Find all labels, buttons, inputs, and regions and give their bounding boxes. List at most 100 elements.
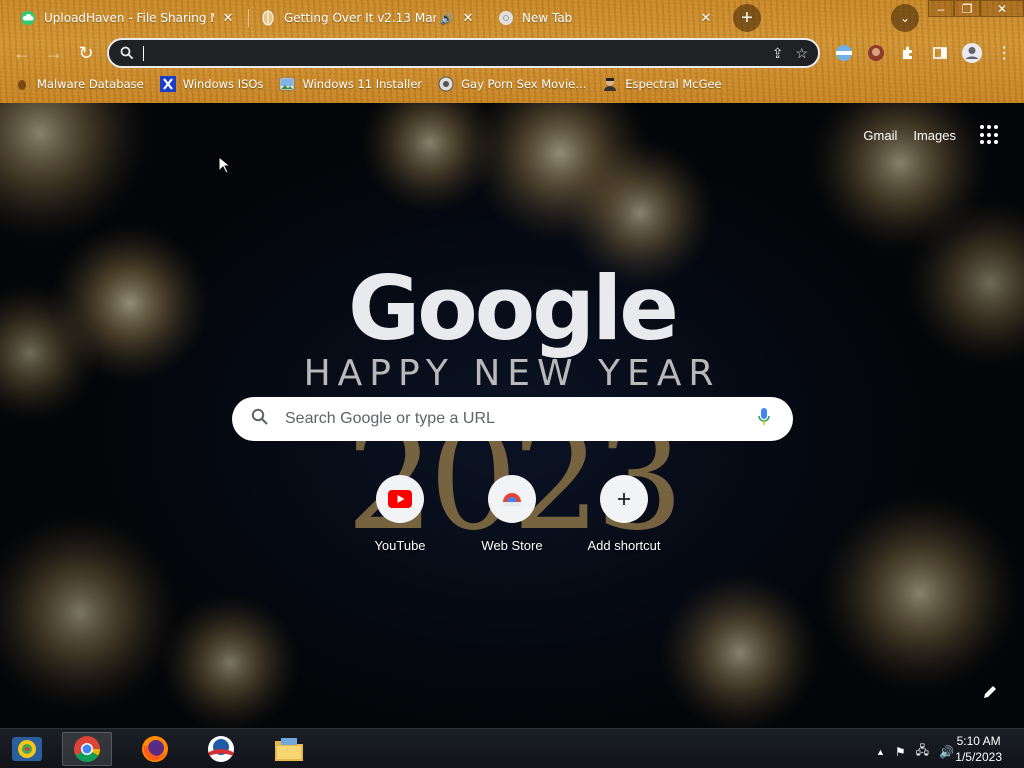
plus-icon — [618, 493, 630, 505]
new-tab-page: Gmail Images 2023 Google HAPPY NEW YEAR … — [0, 103, 1024, 728]
bookmark-label: Espectral McGee — [625, 77, 722, 91]
shortcuts: YouTube Web Store Add shortcut — [344, 475, 680, 553]
bookmark-label: Windows ISOs — [182, 77, 264, 91]
bookmark-gay-porn-sex-movie[interactable]: Gay Porn Sex Movie... — [430, 76, 594, 92]
cloud-upload-icon — [20, 10, 36, 26]
tab-getting-over-it[interactable]: Getting Over It v2.13 Mario 🔊 ✕ — [240, 3, 486, 33]
close-icon[interactable]: ✕ — [698, 10, 714, 26]
tab-strip: UploadHaven - File Sharing Made ✕ Gettin… — [0, 0, 1024, 34]
extensions-area: ⋮ — [832, 41, 1016, 65]
taskbar-firefox[interactable] — [130, 732, 180, 766]
close-window-button[interactable]: ✕ — [980, 0, 1024, 17]
gmail-link[interactable]: Gmail — [863, 128, 897, 143]
flag-extension-icon[interactable] — [832, 41, 856, 65]
flag-icon[interactable]: ⚑ — [895, 745, 906, 759]
close-icon[interactable]: ✕ — [220, 10, 236, 26]
clock[interactable]: 5:10 AM 1/5/2023 — [955, 733, 1002, 765]
tab-title: New Tab — [522, 11, 573, 25]
search-box[interactable] — [232, 397, 793, 441]
browser-chrome: UploadHaven - File Sharing Made ✕ Gettin… — [0, 0, 1024, 103]
obama-icon — [208, 736, 234, 762]
customize-pencil-icon[interactable] — [982, 684, 1002, 704]
arrow-right-icon: → — [45, 42, 63, 63]
arrow-left-icon: ← — [13, 42, 31, 63]
youtube-icon — [388, 490, 412, 508]
system-tray: ▲ ⚑ 🖧 🔊 — [876, 741, 954, 762]
network-icon[interactable]: 🖧 — [916, 741, 929, 762]
window-controls: – ❐ ✕ — [928, 0, 1024, 18]
shortcut-label: Add shortcut — [587, 538, 661, 553]
shortcut-label: YouTube — [374, 538, 426, 553]
close-icon[interactable]: ✕ — [460, 10, 476, 26]
puzzle-icon[interactable] — [896, 41, 920, 65]
x-logo-icon — [159, 76, 176, 92]
search-icon — [120, 46, 134, 65]
taskbar-obama-app[interactable] — [196, 732, 246, 766]
shortcut-web-store[interactable]: Web Store — [456, 475, 568, 553]
start-button[interactable] — [2, 732, 52, 766]
taskbar: ▲ ⚑ 🖧 🔊 5:10 AM 1/5/2023 — [0, 728, 1024, 768]
photos-icon — [12, 737, 42, 761]
doodle-happy-new-year: HAPPY NEW YEAR — [303, 353, 721, 394]
toolbar: ← → ↻ ⇪ ☆ ⋮ — [0, 36, 1024, 70]
bookmark-icon — [438, 76, 454, 92]
share-icon[interactable]: ⇪ — [772, 45, 784, 62]
clock-date: 1/5/2023 — [955, 750, 1002, 764]
top-links: Gmail Images — [863, 125, 1024, 145]
plus-icon: + — [741, 6, 753, 29]
bookmark-espectral-mcgee[interactable]: Espectral McGee — [594, 76, 729, 92]
back-button[interactable]: ← — [10, 41, 34, 65]
bookmark-malware-database[interactable]: Malware Database — [0, 76, 152, 92]
bookmark-label: Gay Porn Sex Movie... — [461, 77, 587, 91]
star-icon[interactable]: ☆ — [795, 45, 808, 62]
menu-dots-icon[interactable]: ⋮ — [992, 41, 1016, 65]
image-icon — [279, 76, 295, 92]
taskbar-chrome[interactable] — [62, 732, 112, 766]
avatar-extension-icon[interactable] — [864, 41, 888, 65]
chrome-icon — [498, 10, 514, 26]
mouse-cursor-icon — [218, 156, 230, 174]
clock-time: 5:10 AM — [956, 734, 1001, 748]
file-explorer-icon — [275, 738, 303, 761]
bookmark-label: Malware Database — [37, 77, 144, 91]
leaf-icon — [260, 10, 276, 26]
speaker-icon[interactable]: 🔊 — [440, 12, 454, 25]
minimize-button[interactable]: – — [928, 0, 954, 17]
chevron-up-icon[interactable]: ▲ — [876, 747, 885, 757]
chevron-down-icon: ⌄ — [899, 11, 911, 25]
bookmark-windows-11-installer[interactable]: Windows 11 Installer — [271, 76, 430, 92]
tab-new-tab[interactable]: New Tab ✕ — [478, 3, 724, 33]
tab-title: UploadHaven - File Sharing Made — [44, 11, 214, 25]
apps-grid-icon[interactable] — [980, 125, 1000, 145]
reload-button[interactable]: ↻ — [74, 41, 98, 65]
text-caret — [143, 46, 144, 61]
shortcut-add[interactable]: Add shortcut — [568, 475, 680, 553]
tab-title: Getting Over It v2.13 Mario — [284, 11, 437, 25]
tab-uploadhaven[interactable]: UploadHaven - File Sharing Made ✕ — [0, 3, 246, 33]
bookmark-windows-isos[interactable]: Windows ISOs — [152, 76, 272, 92]
tab-search-button[interactable]: ⌄ — [891, 4, 919, 32]
shortcut-label: Web Store — [481, 538, 543, 553]
bookmarks-bar: Malware Database Windows ISOs Windows 11… — [0, 72, 1024, 96]
restore-button[interactable]: ❐ — [954, 0, 980, 17]
side-panel-icon[interactable] — [928, 41, 952, 65]
shortcut-youtube[interactable]: YouTube — [344, 475, 456, 553]
new-tab-button[interactable]: + — [733, 4, 761, 32]
reload-icon: ↻ — [78, 42, 94, 63]
google-logo[interactable]: Google — [0, 257, 1024, 360]
omnibox[interactable]: ⇪ ☆ — [107, 38, 820, 68]
bug-icon — [14, 76, 30, 92]
microphone-icon[interactable] — [757, 407, 771, 432]
avatar-icon — [602, 76, 618, 92]
images-link[interactable]: Images — [913, 128, 956, 143]
firefox-icon — [142, 736, 168, 762]
search-input[interactable] — [285, 410, 757, 428]
search-icon — [251, 408, 269, 431]
taskbar-file-explorer[interactable] — [264, 732, 314, 766]
chrome-icon — [74, 736, 101, 763]
profile-icon[interactable] — [960, 41, 984, 65]
bookmark-label: Windows 11 Installer — [302, 77, 423, 91]
webstore-icon — [503, 493, 521, 506]
volume-icon[interactable]: 🔊 — [939, 745, 954, 759]
forward-button[interactable]: → — [42, 41, 66, 65]
